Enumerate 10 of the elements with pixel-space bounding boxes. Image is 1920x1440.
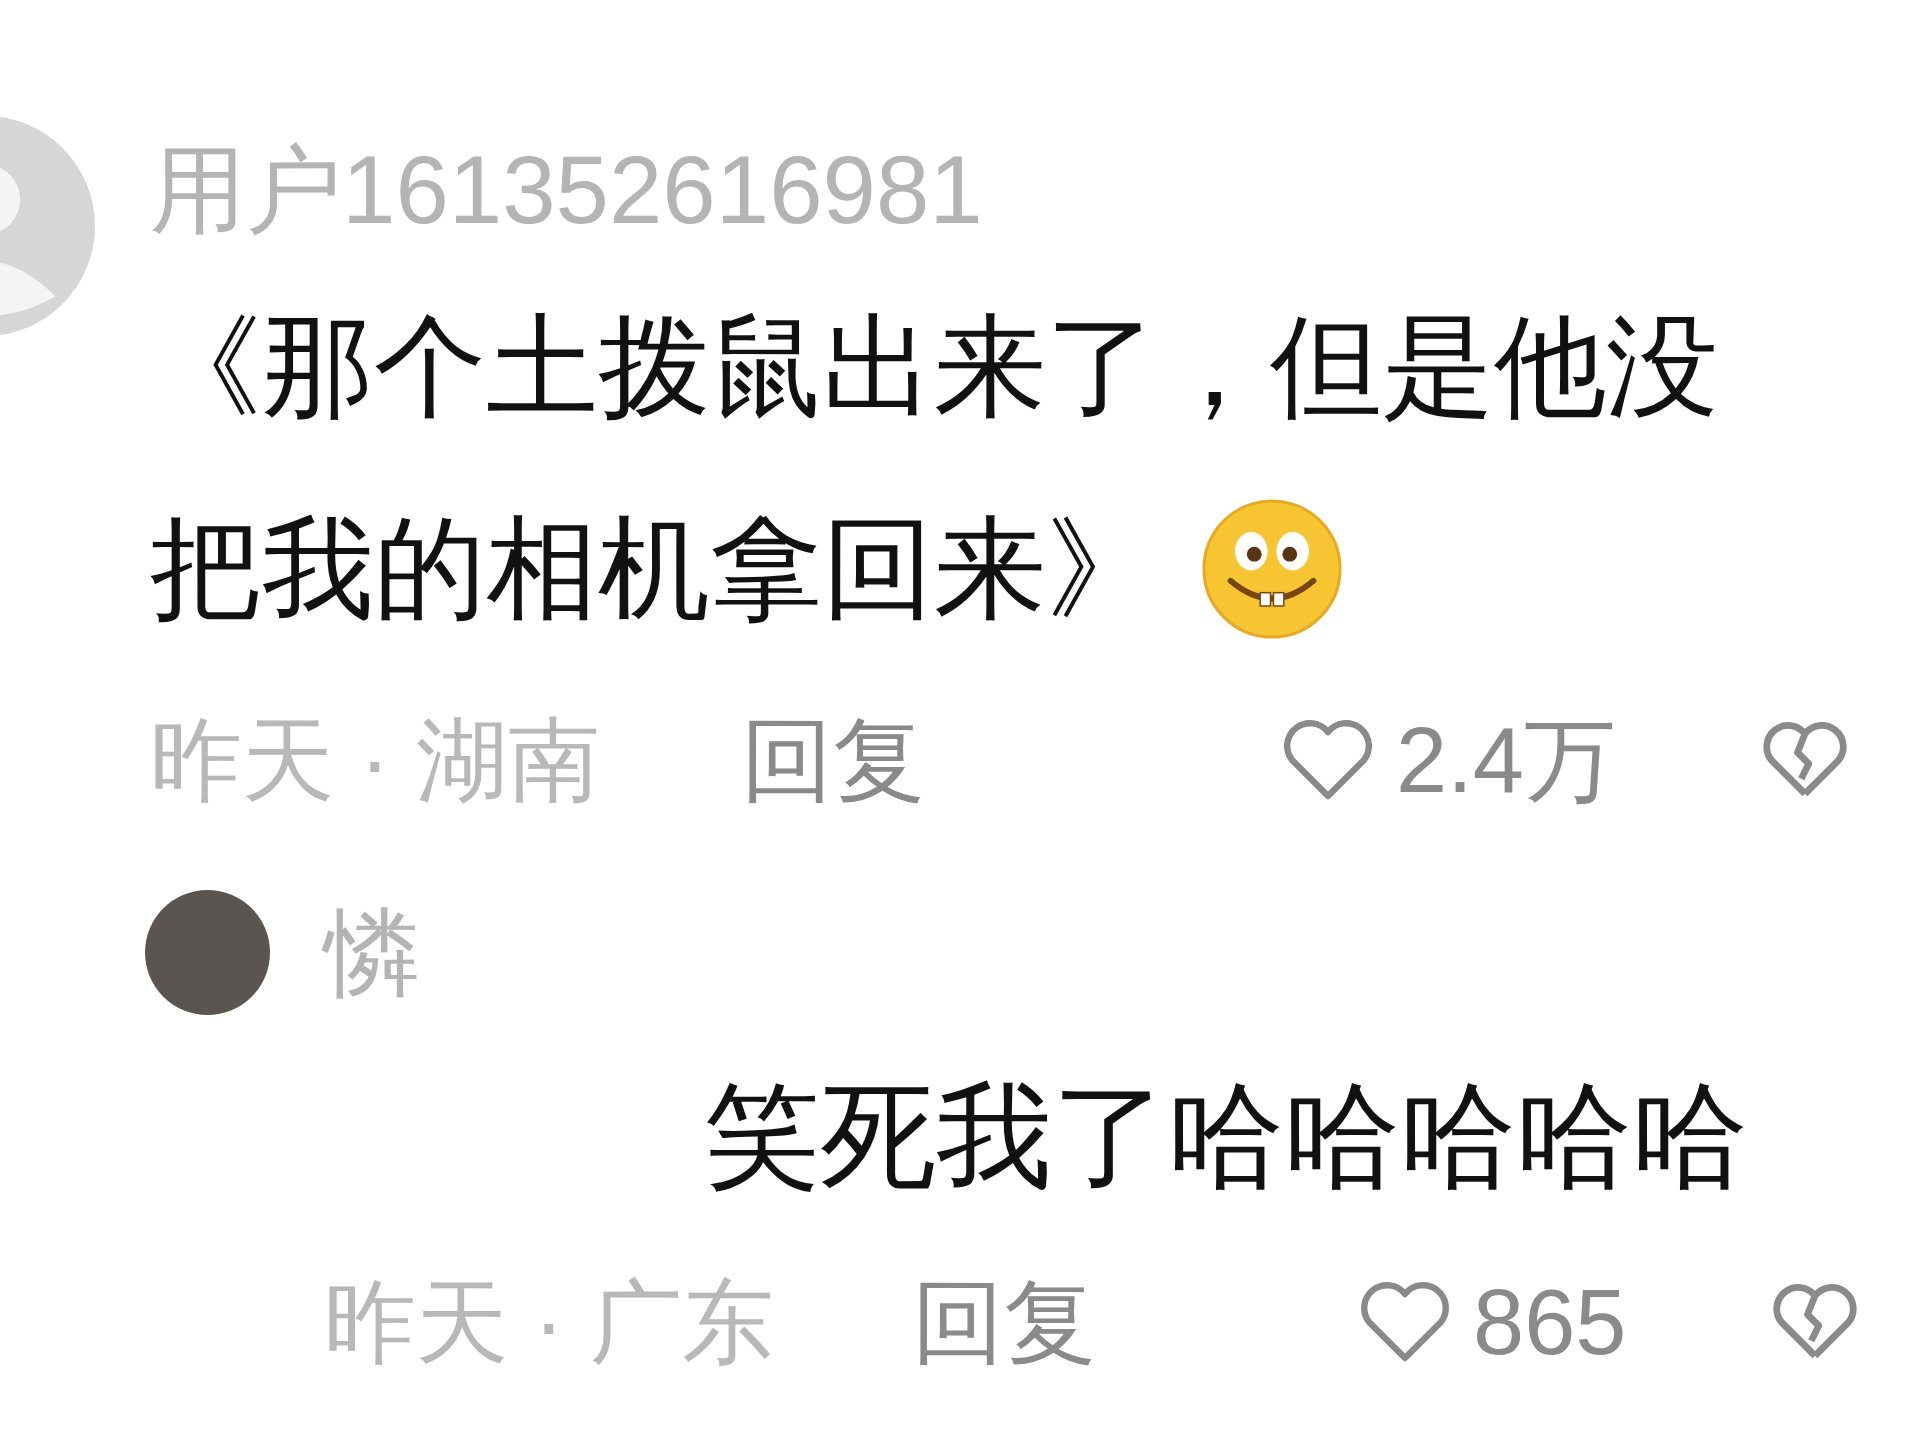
comment-text-line: 《那个土拨鼠出来了，但是他没 bbox=[150, 303, 1718, 431]
reply-text: 笑死我了哈哈哈哈哈 bbox=[704, 1070, 1749, 1203]
time-location: 昨天 · 湖南 bbox=[150, 708, 601, 813]
like-count: 2.4万 bbox=[1396, 708, 1616, 813]
reply-link[interactable]: 回复 bbox=[741, 691, 1280, 829]
like-count: 865 bbox=[1473, 1270, 1627, 1375]
time-location: 昨天 · 广东 bbox=[324, 1270, 775, 1375]
comment-text-line: 把我的相机拿回来》 bbox=[150, 505, 1158, 633]
username[interactable]: 用户161352616981 bbox=[150, 135, 1870, 245]
reply-link[interactable]: 回复 bbox=[912, 1253, 1357, 1391]
